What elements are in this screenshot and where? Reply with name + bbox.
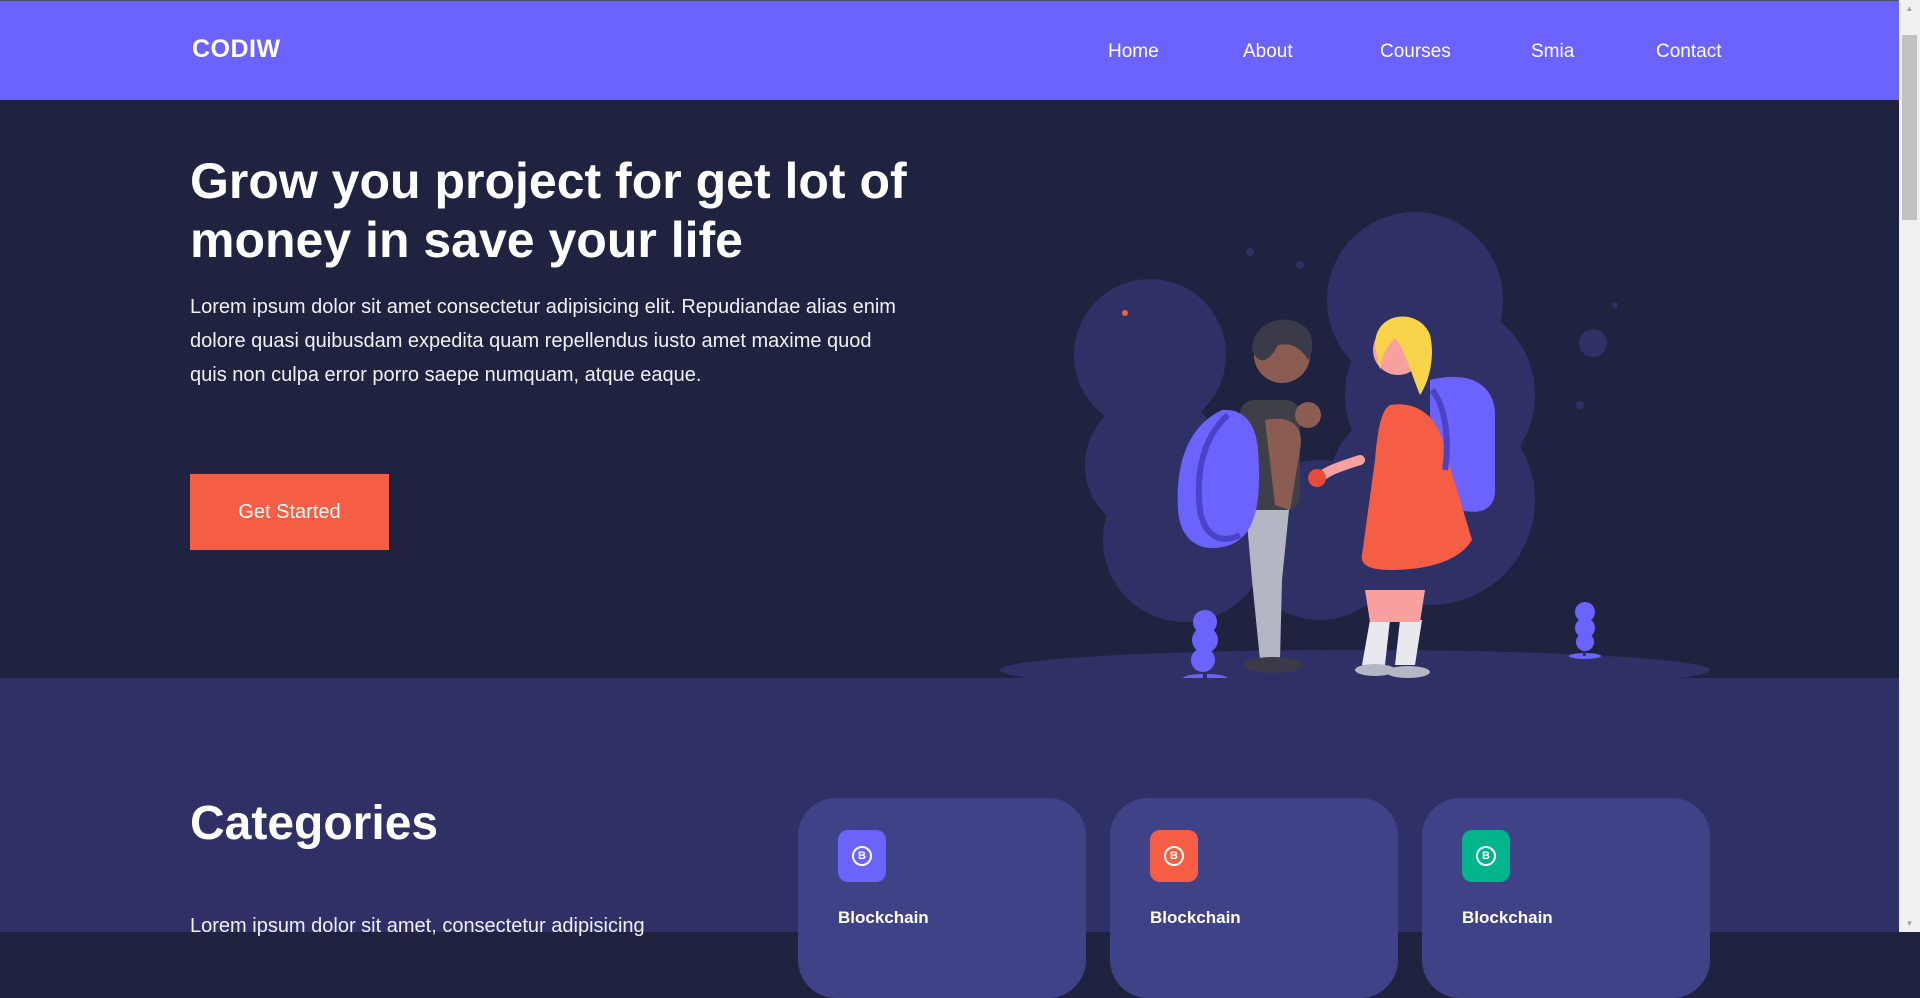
nav-link-about[interactable]: About [1243, 41, 1293, 63]
students-illustration [1000, 212, 1710, 690]
category-card[interactable]: B Blockchain [1110, 798, 1398, 998]
category-card[interactable]: B Blockchain [798, 798, 1086, 998]
red-dot [1122, 310, 1128, 316]
hero-section: Grow you project for get lot of money in… [0, 100, 1899, 690]
category-card-title: Blockchain [838, 908, 929, 927]
dot [1117, 417, 1123, 423]
bitcoin-icon: B [838, 830, 886, 882]
brand-logo[interactable]: CODIW [192, 35, 281, 64]
categories-title: Categories [190, 797, 439, 850]
nav-link-smia[interactable]: Smia [1531, 41, 1574, 63]
navbar: CODIW Home About Courses Smia Contact [0, 1, 1899, 100]
dot [1612, 302, 1618, 308]
dot [1127, 517, 1133, 523]
category-card-title: Blockchain [1462, 908, 1553, 927]
dot [1579, 329, 1607, 357]
dot [1246, 248, 1254, 256]
categories-section: Categories Lorem ipsum dolor sit amet, c… [0, 678, 1899, 998]
scroll-down-arrow-icon[interactable]: ▼ [1899, 915, 1920, 932]
hero-title: Grow you project for get lot of money in… [190, 153, 907, 268]
hero-description: Lorem ipsum dolor sit amet consectetur a… [190, 296, 896, 386]
dot [1296, 261, 1304, 269]
category-card[interactable]: B Blockchain [1422, 798, 1710, 998]
categories-description: Lorem ipsum dolor sit amet, consectetur … [190, 915, 645, 937]
bitcoin-icon: B [1150, 830, 1198, 882]
vertical-scrollbar[interactable]: ▲ ▼ [1899, 0, 1920, 932]
scrollbar-thumb[interactable] [1902, 35, 1917, 220]
get-started-button[interactable]: Get Started [190, 474, 389, 550]
category-card-title: Blockchain [1150, 908, 1241, 927]
dot [1576, 401, 1584, 409]
scroll-up-arrow-icon[interactable]: ▲ [1899, 0, 1920, 17]
nav-link-courses[interactable]: Courses [1380, 41, 1451, 63]
dot [1101, 466, 1123, 488]
nav-link-home[interactable]: Home [1108, 41, 1159, 63]
dot [1382, 287, 1388, 293]
nav-link-contact[interactable]: Contact [1656, 41, 1721, 63]
bitcoin-icon: B [1462, 830, 1510, 882]
